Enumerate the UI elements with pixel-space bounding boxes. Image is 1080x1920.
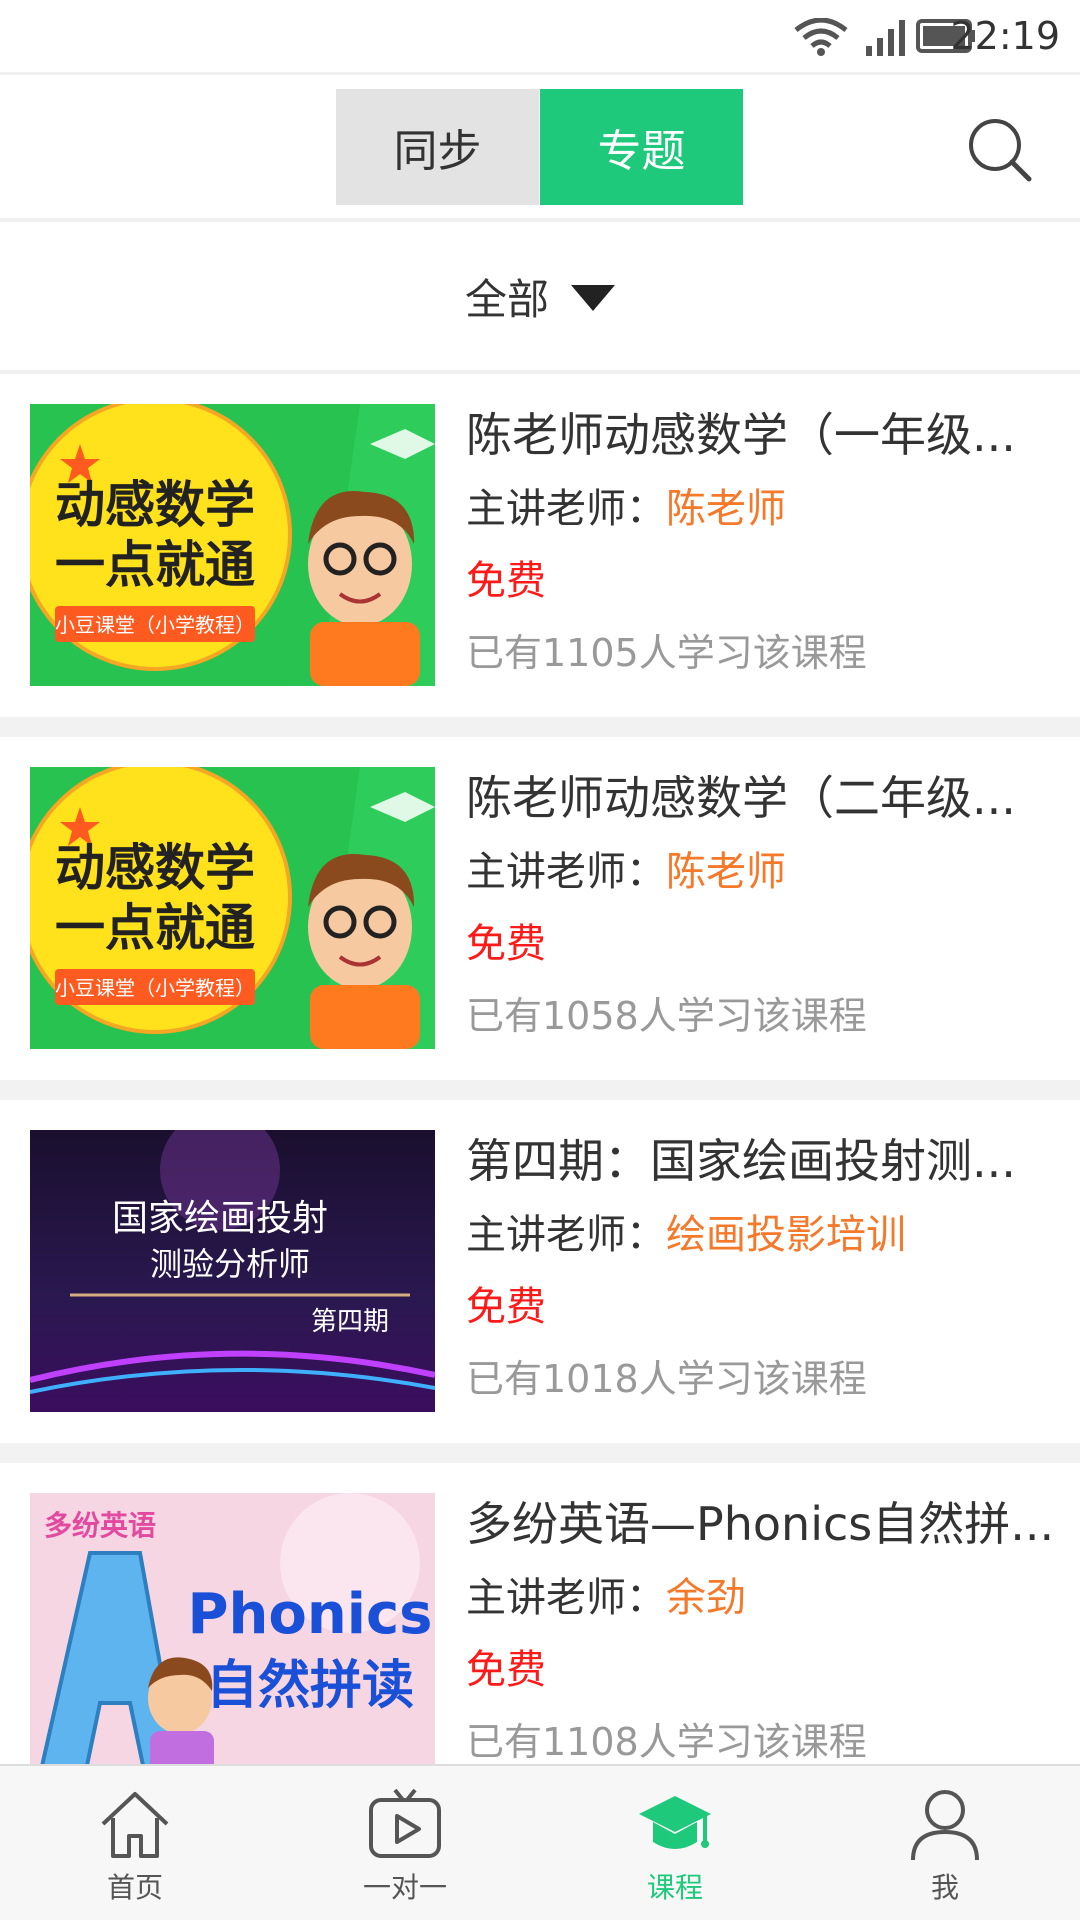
status-bar: 22:19 — [0, 0, 1080, 72]
filter-dropdown[interactable]: 全部 — [0, 222, 1080, 374]
segment-sync[interactable]: 同步 — [336, 89, 539, 205]
thumb-line1: Phonics — [188, 1582, 433, 1647]
tab-one-on-one[interactable]: 一对一 — [270, 1766, 540, 1920]
graduation-cap-icon — [639, 1796, 711, 1849]
teacher-name: 陈老师 — [666, 486, 786, 532]
thumb-tag: 小豆课堂（小学教程） — [55, 976, 255, 1000]
tab-label: 课程 — [646, 1871, 703, 1904]
search-icon[interactable] — [965, 115, 1035, 185]
course-title: 陈老师动感数学（二年级... — [466, 771, 1016, 825]
course-price: 免费 — [466, 558, 546, 604]
teacher-prefix: 主讲老师： — [466, 849, 666, 895]
caret-down-icon — [571, 285, 615, 311]
course-title: 多纷英语—Phonics自然拼... — [466, 1497, 1055, 1551]
tab-home[interactable]: 首页 — [0, 1766, 270, 1920]
teacher-name: 余劲 — [666, 1575, 746, 1621]
teacher-row: 主讲老师：绘画投影培训 — [466, 1206, 1056, 1264]
tab-me[interactable]: 我 — [810, 1766, 1080, 1920]
course-title: 陈老师动感数学（一年级... — [466, 408, 1016, 462]
course-list: 动感数学 一点就通 小豆课堂（小学教程） 陈老师动感数学（一年级... 主讲老师… — [0, 374, 1080, 1764]
course-price: 免费 — [466, 1284, 546, 1330]
learner-count: 已有1105人学习该课程 — [466, 631, 867, 675]
teacher-name: 陈老师 — [666, 849, 786, 895]
signal-icon — [866, 20, 905, 56]
course-item[interactable]: 动感数学 一点就通 小豆课堂（小学教程） 陈老师动感数学（二年级... 主讲老师… — [0, 737, 1080, 1100]
thumb-tag: 多纷英语 — [44, 1509, 156, 1542]
thumb-tag: 第四期 — [311, 1307, 389, 1337]
thumb-line2: 自然拼读 — [206, 1656, 414, 1716]
teacher-prefix: 主讲老师： — [466, 1212, 666, 1258]
top-bar: 同步 专题 — [0, 72, 1080, 222]
teacher-row: 主讲老师：陈老师 — [466, 843, 1056, 901]
tab-courses[interactable]: 课程 — [540, 1766, 810, 1920]
thumb-line1: 动感数学 — [55, 839, 255, 897]
course-info: 第四期：国家绘画投射测... 主讲老师：绘画投影培训 免费 已有1018人学习该… — [466, 1130, 1056, 1408]
course-thumbnail: 动感数学 一点就通 小豆课堂（小学教程） — [30, 404, 435, 686]
learner-count: 已有1018人学习该课程 — [466, 1357, 867, 1401]
thumb-line1: 国家绘画投射 — [112, 1198, 328, 1239]
teacher-prefix: 主讲老师： — [466, 1575, 666, 1621]
learner-count: 已有1108人学习该课程 — [466, 1720, 867, 1764]
tab-label: 首页 — [106, 1871, 163, 1904]
thumb-line2: 一点就通 — [55, 899, 255, 957]
teacher-row: 主讲老师：余劲 — [466, 1569, 1056, 1627]
course-info: 陈老师动感数学（一年级... 主讲老师：陈老师 免费 已有1105人学习该课程 — [466, 404, 1056, 682]
learner-count: 已有1058人学习该课程 — [466, 994, 867, 1038]
filter-label: 全部 — [464, 274, 549, 324]
segment-topic[interactable]: 专题 — [540, 89, 743, 205]
course-price: 免费 — [466, 1647, 546, 1693]
course-title: 第四期：国家绘画投射测... — [466, 1134, 1016, 1188]
thumb-line2: 一点就通 — [55, 536, 255, 594]
wifi-icon — [794, 18, 848, 56]
course-thumbnail: 国家绘画投射 测验分析师 第四期 — [30, 1130, 435, 1412]
home-icon — [101, 1792, 169, 1858]
course-item[interactable]: 动感数学 一点就通 小豆课堂（小学教程） 陈老师动感数学（一年级... 主讲老师… — [0, 374, 1080, 737]
teacher-prefix: 主讲老师： — [466, 486, 666, 532]
person-icon — [911, 1790, 979, 1861]
tab-label: 我 — [930, 1871, 959, 1904]
bottom-tab-bar: 首页 一对一 课程 我 — [0, 1764, 1080, 1920]
tab-label: 一对一 — [362, 1871, 447, 1904]
teacher-name: 绘画投影培训 — [666, 1212, 906, 1258]
teacher-row: 主讲老师：陈老师 — [466, 480, 1056, 538]
course-thumbnail: 多纷英语 Phonics 自然拼读 — [30, 1493, 435, 1764]
course-thumbnail: 动感数学 一点就通 小豆课堂（小学教程） — [30, 767, 435, 1049]
course-item[interactable]: 国家绘画投射 测验分析师 第四期 第四期：国家绘画投射测... 主讲老师：绘画投… — [0, 1100, 1080, 1463]
course-price: 免费 — [466, 921, 546, 967]
status-time: 22:19 — [950, 14, 1060, 58]
course-info: 多纷英语—Phonics自然拼... 主讲老师：余劲 免费 已有1108人学习该… — [466, 1493, 1056, 1764]
course-info: 陈老师动感数学（二年级... 主讲老师：陈老师 免费 已有1058人学习该课程 — [466, 767, 1056, 1045]
thumb-line1: 动感数学 — [55, 476, 255, 534]
course-item[interactable]: 多纷英语 Phonics 自然拼读 多纷英语—Phonics自然拼... 主讲老… — [0, 1463, 1080, 1764]
thumb-line2: 测验分析师 — [150, 1245, 310, 1283]
thumb-tag: 小豆课堂（小学教程） — [55, 613, 255, 637]
tv-play-icon — [369, 1788, 441, 1858]
